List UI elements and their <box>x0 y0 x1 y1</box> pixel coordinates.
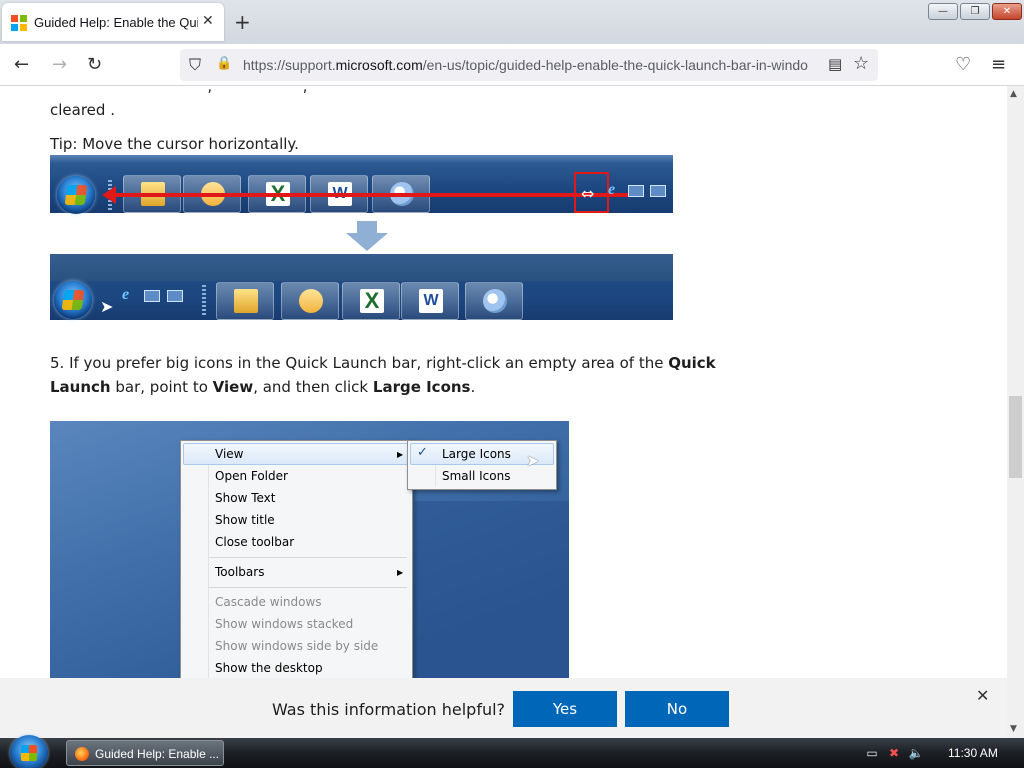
gripper-icon <box>202 285 206 315</box>
menu-separator <box>209 587 407 588</box>
taskbar-firefox-window[interactable]: Guided Help: Enable ... <box>66 740 224 766</box>
app-menu-icon[interactable]: ≡ <box>991 54 1006 75</box>
mouse-pointer-icon: ➤ <box>100 297 114 316</box>
tab-close-icon[interactable]: ✕ <box>202 13 214 29</box>
submenu-arrow-icon: ▶ <box>397 450 404 459</box>
menu-item-show-title: Show title <box>215 513 275 527</box>
reader-view-icon[interactable]: ▤ <box>828 55 842 73</box>
menu-item-show-windows-side-by-side: Show windows side by side <box>215 639 379 653</box>
feedback-question: Was this information helpful? <box>272 700 506 719</box>
tracking-shield-icon[interactable]: ⛉ <box>189 55 201 75</box>
submenu-item-large-icons: Large Icons <box>442 447 511 461</box>
word-button-icon: W <box>401 282 459 320</box>
folder-button-icon <box>216 282 274 320</box>
clock[interactable]: 11:30 AM <box>948 746 998 760</box>
browser-tab-active[interactable]: Guided Help: Enable the Quick L ✕ <box>2 3 224 41</box>
network-icon[interactable]: ▭ <box>864 745 880 761</box>
switch-windows-mini-icon <box>167 290 183 302</box>
drag-arrow-head-icon <box>102 186 116 204</box>
no-button[interactable]: No <box>625 691 729 727</box>
reload-icon[interactable]: ↻ <box>87 54 102 75</box>
scrollbar-thumb[interactable] <box>1009 396 1022 478</box>
desktop-mini-icon <box>628 185 644 197</box>
menu-item-cascade-windows: Cascade windows <box>215 595 322 609</box>
submenu-item-small-icons: Small Icons <box>442 469 511 483</box>
new-tab-button[interactable]: + <box>234 10 251 34</box>
security-alert-icon[interactable]: ✖ <box>886 745 902 761</box>
article-content: , , cleared . Tip: Move the cursor horiz… <box>0 86 1007 678</box>
menu-item-show-desktop: Show the desktop <box>215 661 323 675</box>
close-feedback-icon[interactable]: ✕ <box>976 686 989 705</box>
taskbar-before-image: X W ⇔ e <box>50 155 673 214</box>
view-submenu: ✓ Large Icons Small Icons ➤ <box>407 440 557 490</box>
pocket-icon[interactable]: ♡ <box>955 54 971 75</box>
start-orb-icon <box>57 176 95 214</box>
bookmark-star-icon[interactable]: ☆ <box>853 53 869 74</box>
scroll-up-icon[interactable]: ▲ <box>1010 89 1017 99</box>
tab-title: Guided Help: Enable the Quick L <box>34 15 198 30</box>
start-button-icon[interactable] <box>10 735 48 768</box>
check-icon: ✓ <box>417 445 428 460</box>
excel-button-icon: X <box>342 282 400 320</box>
step-5-text: 5. If you prefer big icons in the Quick … <box>50 354 716 396</box>
scroll-down-icon[interactable]: ▼ <box>1010 724 1017 734</box>
down-arrow-icon <box>346 221 388 251</box>
desktop-mini-icon <box>144 290 160 302</box>
lock-icon[interactable]: 🔒 <box>216 56 232 71</box>
yes-button[interactable]: Yes <box>513 691 617 727</box>
resize-cursor-highlight: ⇔ <box>574 172 609 213</box>
microsoft-logo-icon <box>11 15 27 31</box>
navigation-toolbar: ← → ↻ ⛉ 🔒 https://support.microsoft.com/… <box>0 44 1024 86</box>
page-scrollbar[interactable]: ▲ ▼ <box>1007 86 1024 738</box>
address-bar[interactable]: ⛉ 🔒 https://support.microsoft.com/en-us/… <box>180 49 878 81</box>
close-window-button[interactable]: ✕ <box>992 3 1022 20</box>
restore-button[interactable]: ❐ <box>960 3 990 20</box>
feedback-bar: Was this information helpful? Yes No ✕ <box>0 678 1007 738</box>
minimize-button[interactable]: — <box>928 3 958 20</box>
url-text[interactable]: https://support.microsoft.com/en-us/topi… <box>243 57 817 73</box>
ie-icon: e <box>122 286 130 303</box>
tip-text: Tip: Move the cursor horizontally. <box>50 135 299 153</box>
system-tray: ▭ ✖ 🔈 <box>864 745 924 761</box>
menu-item-open-folder: Open Folder <box>215 469 288 483</box>
paint-button-icon <box>465 282 523 320</box>
drag-direction-arrow-line <box>106 193 628 197</box>
menu-item-show-text: Show Text <box>215 491 276 505</box>
ie-icon: e <box>608 181 616 198</box>
article-paragraph-partial: , , cleared . <box>50 86 604 119</box>
submenu-arrow-icon: ▶ <box>397 568 404 577</box>
firefox-icon <box>75 747 89 761</box>
menu-item-show-windows-stacked: Show windows stacked <box>215 617 354 631</box>
menu-item-close-toolbar: Close toolbar <box>215 535 295 549</box>
menu-item-view: View <box>215 447 244 461</box>
start-orb-icon <box>54 281 92 319</box>
taskbar-after-image: ➤ e X W <box>50 254 673 320</box>
back-icon[interactable]: ← <box>14 54 29 75</box>
context-menu: View ▶ Open Folder Show Text Show title … <box>180 440 413 678</box>
resize-cursor-icon: ⇔ <box>581 184 595 203</box>
browser-tab-strip: Guided Help: Enable the Quick L ✕ + — ❐ … <box>0 0 1024 44</box>
context-menu-image: View ▶ Open Folder Show Text Show title … <box>50 421 569 678</box>
switch-windows-mini-icon <box>650 185 666 197</box>
mouse-pointer-icon: ➤ <box>526 451 540 470</box>
forward-icon[interactable]: → <box>52 54 67 75</box>
menu-item-toolbars: Toolbars <box>215 565 265 579</box>
menu-separator <box>209 557 407 558</box>
volume-icon[interactable]: 🔈 <box>908 745 924 761</box>
outlook-button-icon <box>281 282 339 320</box>
window-controls: — ❐ ✕ <box>928 3 1022 20</box>
os-taskbar: Guided Help: Enable ... ▭ ✖ 🔈 11:30 AM <box>0 735 1024 768</box>
taskbar-window-label: Guided Help: Enable ... <box>95 747 220 761</box>
